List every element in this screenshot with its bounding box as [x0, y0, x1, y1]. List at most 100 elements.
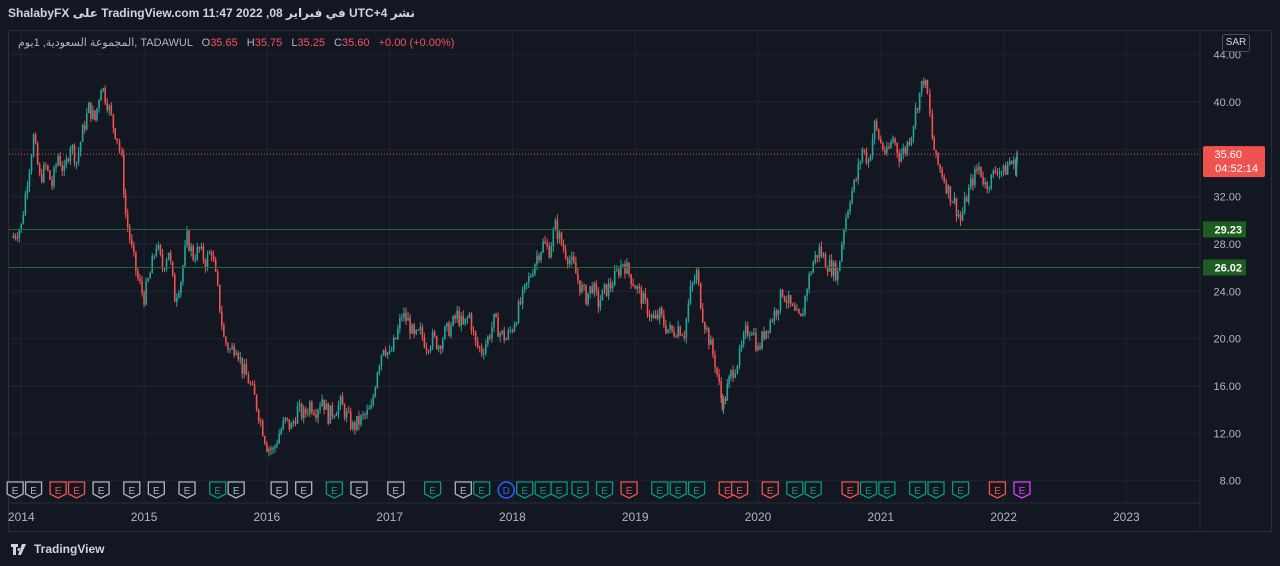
candle-body [51, 179, 53, 187]
candle-body [306, 413, 309, 415]
high-label: H [246, 37, 255, 49]
candle-body [235, 352, 237, 355]
candle-body [90, 102, 92, 119]
candle-body [945, 182, 948, 194]
candle-body [730, 370, 732, 377]
candle-body [937, 152, 939, 165]
candle-body [748, 335, 751, 337]
candle-body [761, 331, 763, 349]
candle-body [71, 145, 74, 149]
candle-body [163, 268, 166, 270]
candle-body [785, 301, 788, 303]
brand-name: TradingView [34, 542, 105, 556]
candle-body [755, 332, 757, 351]
candle-body [996, 172, 999, 174]
candle-body [607, 282, 610, 296]
price-chart[interactable]: 29.23 26.02 8.00 12.00 16.00 20.00 24.00 28.00… [0, 0, 1280, 566]
event-letter: E [214, 486, 221, 497]
event-letter: E [767, 486, 774, 497]
candle-body [487, 336, 489, 345]
candle-body [370, 404, 373, 409]
candle-body [130, 239, 133, 246]
candle-body [437, 346, 440, 349]
candle-body [452, 315, 454, 326]
candle-body [141, 281, 143, 293]
candle-body [429, 346, 432, 351]
candle-body [241, 357, 244, 374]
candle-body [290, 423, 293, 430]
candle-body [405, 312, 407, 321]
candle-body [351, 422, 354, 429]
candle-body [922, 81, 925, 85]
candle-body [149, 273, 152, 279]
candle-body [325, 403, 327, 410]
candle-body [683, 335, 686, 338]
candle-body [171, 261, 174, 275]
time-axis[interactable]: 2014 2015 2016 2017 2018 2019 2020 2021 2022 2023 [8, 502, 1200, 524]
candle-body [319, 406, 321, 410]
candle-body [55, 165, 57, 168]
candle-body [961, 212, 964, 221]
candle-body [253, 384, 256, 395]
candle-body [955, 198, 958, 217]
candle-body [114, 128, 117, 139]
candle-body [722, 398, 725, 409]
candle-body [333, 416, 336, 418]
event-letter: E [736, 486, 743, 497]
candle-body [718, 374, 720, 382]
candle-body [808, 274, 810, 290]
candle-body [288, 419, 291, 430]
candle-body [251, 383, 254, 385]
candle-body [667, 329, 669, 333]
candle-body [192, 246, 194, 260]
candle-body [278, 434, 280, 444]
candle-body [626, 262, 628, 274]
event-letter: E [540, 486, 547, 497]
candle-body [214, 259, 217, 272]
time-tick-label: 2015 [131, 510, 158, 524]
candle-body [630, 274, 632, 285]
candle-body [493, 313, 495, 328]
candle-body [349, 411, 352, 429]
candle-body [892, 138, 894, 142]
candle-body [591, 286, 594, 293]
event-letter: E [73, 486, 80, 497]
candle-body [133, 245, 135, 252]
candle-body [685, 318, 688, 338]
candle-body [229, 349, 231, 351]
event-letter: D [503, 486, 510, 497]
candle-body [419, 327, 422, 330]
candle-body [984, 182, 986, 185]
candle-body [188, 230, 190, 251]
candle-body [151, 256, 154, 274]
candle-body [879, 138, 882, 144]
candle-body [284, 417, 287, 421]
candle-body [963, 197, 966, 213]
candle-body [552, 230, 555, 247]
candle-body [863, 149, 866, 152]
candle-body [859, 161, 862, 164]
event-letter: E [98, 486, 105, 497]
candle-body [546, 243, 549, 246]
horizontal-levels[interactable]: 29.23 26.02 [9, 221, 1246, 276]
event-letter: E [577, 486, 584, 497]
candle-body [190, 246, 192, 251]
candle-body [959, 214, 962, 221]
last-price-label: 35.60 04:52:14 [9, 146, 1265, 178]
candle-body [12, 235, 15, 239]
price-axis[interactable]: 8.0012.0016.0020.0024.0028.0032.0036.004… [1199, 31, 1241, 530]
candle-body [343, 404, 346, 418]
candle-body [912, 126, 915, 138]
candle-body [339, 396, 342, 405]
candle-body [372, 396, 375, 405]
candle-body [157, 245, 160, 249]
candle-body [857, 163, 860, 180]
candle-body [335, 414, 338, 417]
event-letter: E [233, 486, 240, 497]
candle-body [286, 417, 289, 420]
currency-badge[interactable]: SAR [1222, 34, 1250, 52]
price-tick-label: 40.00 [1213, 97, 1241, 109]
candle-body [931, 113, 934, 138]
candle-body [558, 232, 561, 239]
candle-body [75, 162, 78, 164]
